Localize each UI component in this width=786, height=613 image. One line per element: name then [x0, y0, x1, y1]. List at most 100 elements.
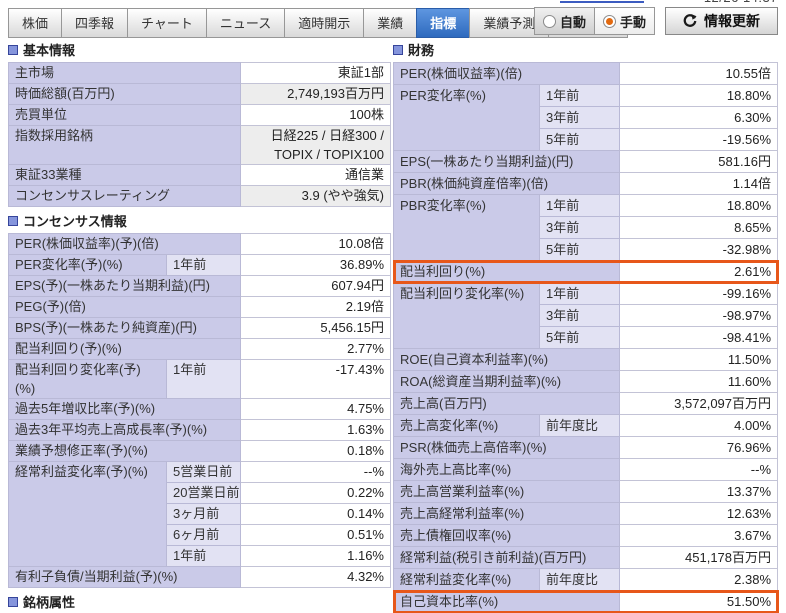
row-value: 581.16円: [620, 151, 778, 173]
row-value: -99.16%: [620, 283, 778, 305]
row-value: 0.51%: [241, 525, 391, 546]
radio-auto[interactable]: 自動: [534, 7, 594, 35]
row-sublabel: 1年前: [540, 195, 620, 217]
table-row: 過去5年増収比率(予)(%)4.75%: [9, 399, 391, 420]
section-square-icon: [8, 597, 18, 607]
section-square-icon: [8, 45, 18, 55]
tab-disclosure[interactable]: 適時開示: [284, 8, 364, 38]
clipped-link-fragment[interactable]: [560, 1, 644, 3]
row-label: 有利子負債/当期利益(予)(%): [9, 567, 241, 588]
row-value: 11.60%: [620, 371, 778, 393]
row-value: 8.65%: [620, 217, 778, 239]
tab-results[interactable]: 業績: [363, 8, 417, 38]
row-label: 売上高営業利益率(%): [394, 481, 620, 503]
row-label: 経常利益(税引き前利益)(百万円): [394, 547, 620, 569]
row-value: 11.50%: [620, 349, 778, 371]
row-label: EPS(一株あたり当期利益)(円): [394, 151, 620, 173]
row-value: 36.89%: [241, 255, 391, 276]
radio-manual[interactable]: 手動: [594, 7, 655, 35]
update-mode-radio-group: 自動 手動: [534, 7, 655, 35]
basic-info-table: 主市場東証1部時価総額(百万円)2,749,193百万円売買単位100株指数採用…: [8, 62, 391, 207]
row-sublabel: 6ヶ月前: [167, 525, 241, 546]
row-label: 過去3年平均売上高成長率(予)(%): [9, 420, 241, 441]
row-label: 売買単位: [9, 105, 241, 126]
radio-manual-label: 手動: [620, 12, 646, 31]
table-row: ROE(自己資本利益率)(%)11.50%: [394, 349, 778, 371]
row-sublabel: 3ヶ月前: [167, 504, 241, 525]
row-value: 3.67%: [620, 525, 778, 547]
row-value: 13.37%: [620, 481, 778, 503]
table-row: 海外売上高比率(%)--%: [394, 459, 778, 481]
row-label: ROE(自己資本利益率)(%): [394, 349, 620, 371]
row-label: 経常利益変化率(%): [394, 569, 540, 591]
row-value: 6.30%: [620, 107, 778, 129]
table-row: コンセンサスレーティング3.9 (やや強気): [9, 186, 391, 207]
row-value: --%: [241, 462, 391, 483]
left-column: 基本情報 主市場東証1部時価総額(百万円)2,749,193百万円売買単位100…: [8, 36, 390, 613]
tab-indicators[interactable]: 指標: [416, 8, 470, 38]
row-value: 1.63%: [241, 420, 391, 441]
row-label: PEG(予)(倍): [9, 297, 241, 318]
table-row: 有利子負債/当期利益(予)(%)4.32%: [9, 567, 391, 588]
row-label: 自己資本比率(%): [394, 591, 620, 613]
row-sublabel: 1年前: [540, 283, 620, 305]
section-title-text: 銘柄属性: [23, 592, 75, 611]
row-label: PER(株価収益率)(倍): [394, 63, 620, 85]
row-label: PBR変化率(%): [394, 195, 540, 261]
row-value: 1.14倍: [620, 173, 778, 195]
table-row: PBR変化率(%)1年前18.80%: [394, 195, 778, 217]
row-label: 業績予想修正率(予)(%): [9, 441, 241, 462]
row-value: 0.18%: [241, 441, 391, 462]
row-value: 2.38%: [620, 569, 778, 591]
table-row: EPS(一株あたり当期利益)(円)581.16円: [394, 151, 778, 173]
row-value: -17.43%: [241, 360, 391, 399]
row-label: 配当利回り変化率(予)(%): [9, 360, 167, 399]
table-row: 東証33業種通信業: [9, 165, 391, 186]
table-row: 売上高営業利益率(%)13.37%: [394, 481, 778, 503]
table-row: 売上債権回収率(%)3.67%: [394, 525, 778, 547]
row-label: 主市場: [9, 63, 241, 84]
tab-stock-price[interactable]: 株価: [8, 8, 62, 38]
row-value: 607.94円: [241, 276, 391, 297]
tab-chart[interactable]: チャート: [127, 8, 207, 38]
table-row: 主市場東証1部: [9, 63, 391, 84]
row-label: 東証33業種: [9, 165, 241, 186]
row-label: 海外売上高比率(%): [394, 459, 620, 481]
table-row: 業績予想修正率(予)(%)0.18%: [9, 441, 391, 462]
table-row: PSR(株価売上高倍率)(%)76.96%: [394, 437, 778, 459]
row-value: 0.22%: [241, 483, 391, 504]
table-row: 配当利回り変化率(%)1年前-99.16%: [394, 283, 778, 305]
row-label: PER変化率(予)(%): [9, 255, 167, 276]
table-row: PBR(株価純資産倍率)(倍)1.14倍: [394, 173, 778, 195]
tab-shikiho[interactable]: 四季報: [61, 8, 128, 38]
row-value: 2.61%: [620, 261, 778, 283]
section-title-consensus: コンセンサス情報: [8, 211, 390, 230]
row-value: 1.16%: [241, 546, 391, 567]
refresh-button[interactable]: 情報更新: [665, 7, 778, 35]
table-row: 時価総額(百万円)2,749,193百万円: [9, 84, 391, 105]
table-row: 自己資本比率(%)51.50%: [394, 591, 778, 613]
row-value: 18.80%: [620, 195, 778, 217]
table-row: EPS(予)(一株あたり当期利益)(円)607.94円: [9, 276, 391, 297]
row-value: 3,572,097百万円: [620, 393, 778, 415]
row-sublabel: 前年度比: [540, 415, 620, 437]
section-title-text: コンセンサス情報: [23, 211, 127, 230]
row-value: 3.9 (やや強気): [241, 186, 391, 207]
table-row: 配当利回り変化率(予)(%)1年前-17.43%: [9, 360, 391, 399]
table-row: PER変化率(%)1年前18.80%: [394, 85, 778, 107]
row-value: 12.63%: [620, 503, 778, 525]
row-value: -98.97%: [620, 305, 778, 327]
table-row: 売上高変化率(%)前年度比4.00%: [394, 415, 778, 437]
row-label: PSR(株価売上高倍率)(%): [394, 437, 620, 459]
tab-news[interactable]: ニュース: [206, 8, 285, 38]
row-label: 配当利回り変化率(%): [394, 283, 540, 349]
row-value: 2,749,193百万円: [241, 84, 391, 105]
row-sublabel: 3年前: [540, 305, 620, 327]
row-value: -98.41%: [620, 327, 778, 349]
table-row: ROA(総資産当期利益率)(%)11.60%: [394, 371, 778, 393]
row-label: EPS(予)(一株あたり当期利益)(円): [9, 276, 241, 297]
table-row: BPS(予)(一株あたり純資産)(円)5,456.15円: [9, 318, 391, 339]
table-row: 配当利回り(%)2.61%: [394, 261, 778, 283]
row-value: 18.80%: [620, 85, 778, 107]
row-value: 日経225 / 日経300 / TOPIX / TOPIX100: [241, 126, 391, 165]
